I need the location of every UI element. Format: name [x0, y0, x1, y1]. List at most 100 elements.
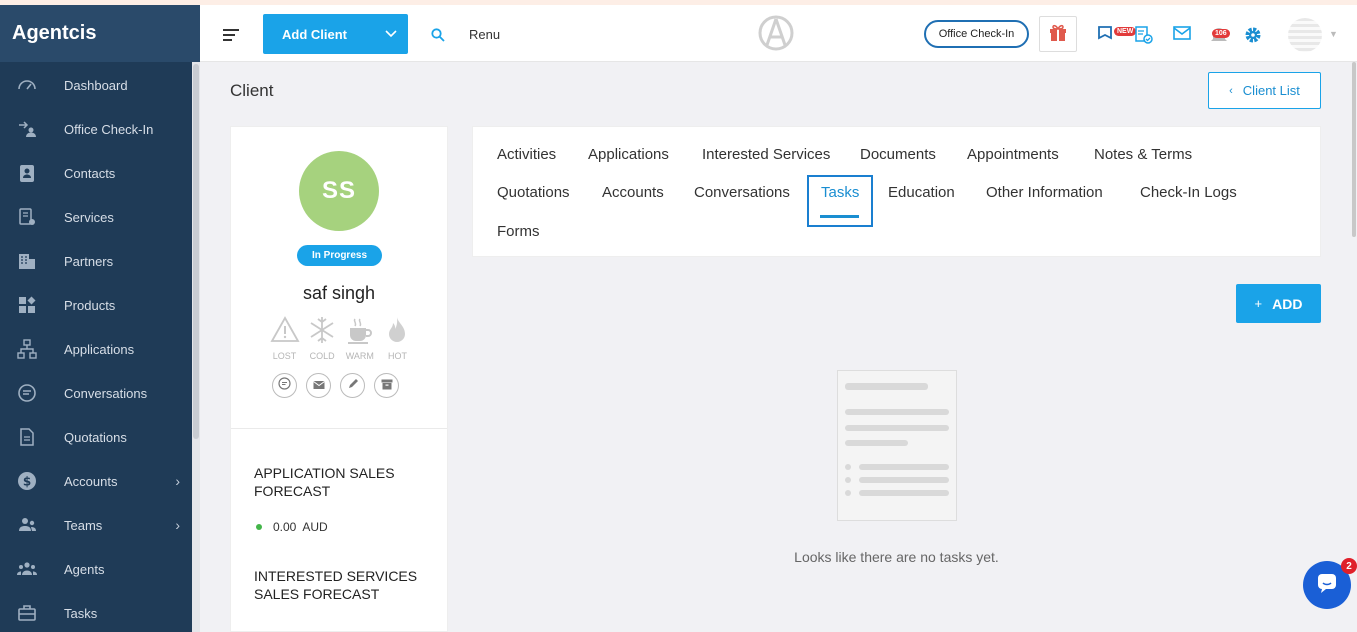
active-tab-indicator — [820, 215, 859, 218]
add-client-button[interactable]: Add Client — [263, 14, 408, 54]
client-profile-card: SS In Progress saf singh LOST COLD WARM … — [230, 126, 448, 632]
temp-label: COLD — [309, 351, 335, 361]
building-icon — [16, 250, 38, 272]
tab-conversations[interactable]: Conversations — [694, 184, 790, 201]
temp-label: HOT — [387, 351, 407, 361]
client-tabs: Activities Applications Interested Servi… — [472, 126, 1321, 257]
tab-appointments[interactable]: Appointments — [967, 146, 1059, 163]
chevron-down-icon[interactable] — [374, 27, 408, 41]
active-tab-focus-ring — [807, 175, 873, 227]
sidebar-item-label: Services — [64, 209, 114, 225]
forecast-currency: AUD — [302, 520, 328, 534]
sidebar-item-label: Quotations — [64, 429, 127, 445]
search-input[interactable]: Renu — [469, 27, 500, 42]
sidebar-item-label: Applications — [64, 341, 135, 357]
application-forecast-title: APPLICATION SALES FORECAST — [254, 465, 395, 499]
agents-icon — [16, 558, 38, 580]
chat-icon — [278, 376, 291, 395]
sidebar-item-dashboard[interactable]: Dashboard — [0, 63, 192, 107]
archive-icon — [381, 377, 393, 395]
sidebar-item-quotations[interactable]: Quotations — [0, 415, 192, 459]
quick-actions — [272, 373, 399, 398]
gift-button[interactable] — [1039, 16, 1077, 52]
pencil-icon — [347, 377, 359, 395]
search-icon[interactable] — [431, 28, 445, 47]
sidebar: Agentcis Dashboard Office Check-In Conta… — [0, 5, 200, 632]
chat-unread-badge: 2 — [1341, 558, 1357, 574]
dollar-icon: $ — [16, 470, 38, 492]
sidebar-item-tasks[interactable]: Tasks — [0, 591, 192, 632]
gauge-icon — [16, 74, 38, 96]
add-task-label: ADD — [1272, 295, 1303, 312]
sidebar-item-contacts[interactable]: Contacts — [0, 151, 192, 195]
tab-other-information[interactable]: Other Information — [986, 184, 1103, 201]
sidebar-item-label: Conversations — [64, 385, 148, 401]
tab-education[interactable]: Education — [888, 184, 955, 201]
sidebar-item-products[interactable]: Products — [0, 283, 192, 327]
status-dot — [256, 524, 262, 530]
sidebar-scrollbar[interactable] — [192, 62, 200, 632]
sidebar-item-office-checkin[interactable]: Office Check-In — [0, 107, 192, 151]
forecast-value: 0.00 — [273, 520, 297, 534]
tab-notes-terms[interactable]: Notes & Terms — [1094, 146, 1192, 163]
svg-text:$: $ — [23, 475, 31, 489]
plus-icon: + — [1254, 296, 1263, 311]
add-task-button[interactable]: + ADD — [1236, 284, 1321, 323]
temp-hot[interactable]: HOT — [379, 315, 416, 361]
message-action-button[interactable] — [272, 373, 297, 398]
tab-forms[interactable]: Forms — [497, 223, 540, 240]
mail-icon[interactable] — [1173, 25, 1193, 45]
tab-tasks[interactable]: Tasks — [821, 184, 859, 201]
snowflake-icon — [310, 317, 334, 343]
sidebar-item-conversations[interactable]: Conversations — [0, 371, 192, 415]
temp-lost[interactable]: LOST — [266, 315, 303, 361]
brand-logo[interactable]: Agentcis — [0, 5, 200, 62]
client-list-button[interactable]: ‹ Client List — [1208, 72, 1321, 109]
quotation-icon — [16, 426, 38, 448]
chevron-right-icon: › — [175, 473, 180, 489]
coffee-cup-icon — [347, 318, 372, 344]
tab-interested-services[interactable]: Interested Services — [702, 146, 830, 163]
chat-bubble-icon — [16, 382, 38, 404]
divider — [231, 428, 447, 429]
tab-activities[interactable]: Activities — [497, 146, 556, 163]
envelope-icon — [312, 377, 325, 395]
chevron-left-icon: ‹ — [1229, 84, 1233, 97]
sidebar-item-label: Dashboard — [64, 77, 128, 93]
user-avatar[interactable] — [1288, 18, 1322, 52]
archive-action-button[interactable] — [374, 373, 399, 398]
tab-accounts[interactable]: Accounts — [602, 184, 664, 201]
company-logo-icon — [758, 15, 794, 51]
sidebar-item-agents[interactable]: Agents — [0, 547, 192, 591]
tab-quotations[interactable]: Quotations — [497, 184, 570, 201]
sidebar-item-accounts[interactable]: $ Accounts › — [0, 459, 192, 503]
sidebar-item-label: Products — [64, 297, 116, 313]
lead-temperature-selector: LOST COLD WARM HOT — [266, 315, 416, 361]
services-icon — [16, 206, 38, 228]
temp-cold[interactable]: COLD — [304, 315, 341, 361]
caret-down-icon[interactable]: ▼ — [1329, 29, 1338, 39]
sidebar-nav: Dashboard Office Check-In Contacts Servi… — [0, 63, 192, 632]
gift-icon — [1048, 22, 1068, 47]
tab-checkin-logs[interactable]: Check-In Logs — [1140, 184, 1237, 201]
tab-applications[interactable]: Applications — [588, 146, 669, 163]
sidebar-item-label: Teams — [64, 517, 103, 533]
gear-icon[interactable] — [1244, 26, 1264, 46]
client-list-label: Client List — [1242, 83, 1300, 98]
main-scrollbar[interactable] — [1350, 62, 1357, 632]
edit-action-button[interactable] — [340, 373, 365, 398]
sidebar-item-teams[interactable]: Teams › — [0, 503, 192, 547]
email-action-button[interactable] — [306, 373, 331, 398]
tab-documents[interactable]: Documents — [860, 146, 936, 163]
temp-warm[interactable]: WARM — [341, 315, 378, 361]
applications-icon — [16, 338, 38, 360]
menu-toggle-icon[interactable] — [223, 29, 239, 44]
office-checkin-button[interactable]: Office Check-In — [924, 20, 1029, 48]
status-badge[interactable]: In Progress — [297, 245, 382, 266]
sidebar-item-partners[interactable]: Partners — [0, 239, 192, 283]
task-checklist-icon[interactable] — [1134, 25, 1154, 45]
office-checkin-icon — [16, 118, 38, 140]
page-title: Client — [230, 81, 274, 100]
sidebar-item-applications[interactable]: Applications — [0, 327, 192, 371]
sidebar-item-services[interactable]: Services — [0, 195, 192, 239]
